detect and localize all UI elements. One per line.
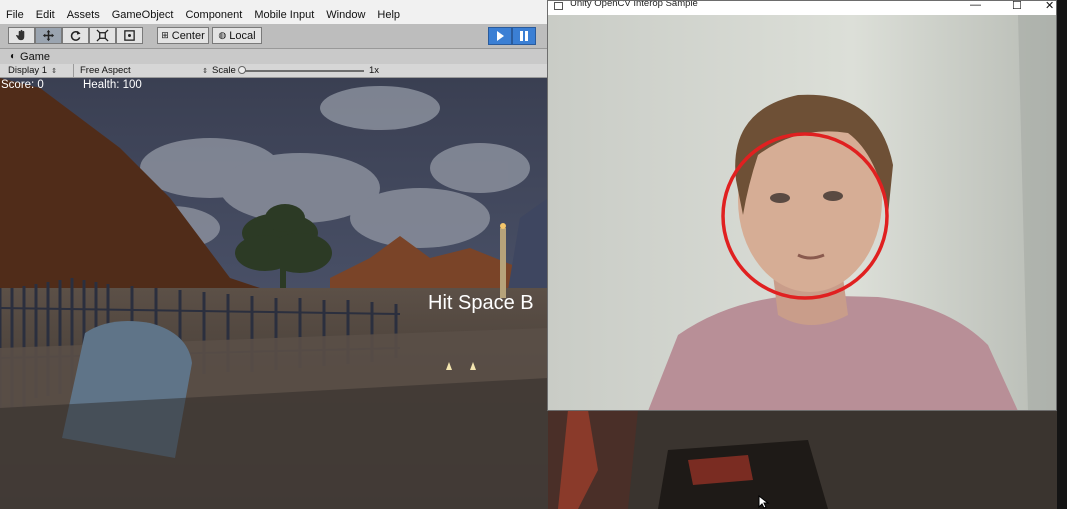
- space-local-button[interactable]: ◍ Local: [212, 27, 262, 44]
- close-button[interactable]: ✕: [1045, 1, 1054, 12]
- pause-button[interactable]: [512, 27, 536, 45]
- scale-slider-handle[interactable]: [238, 66, 246, 74]
- scale-value: 1x: [369, 65, 380, 76]
- display-dropdown[interactable]: Display 1 ⇕: [8, 64, 70, 77]
- play-icon: [497, 31, 504, 41]
- pivot-label: Center: [171, 29, 205, 42]
- rotate-tool-button[interactable]: [62, 27, 89, 44]
- menu-file[interactable]: File: [0, 9, 30, 21]
- globe-icon: ◍: [218, 30, 227, 40]
- aspect-dropdown[interactable]: Free Aspect ⇕: [80, 64, 208, 77]
- play-button[interactable]: [488, 27, 512, 45]
- display-label: Display 1: [8, 65, 48, 76]
- menu-assets[interactable]: Assets: [61, 9, 106, 21]
- menu-mobile-input[interactable]: Mobile Input: [248, 9, 320, 21]
- scale-tool-icon: [96, 29, 109, 42]
- unity-editor: File Edit Assets GameObject Component Mo…: [0, 0, 548, 509]
- hand-tool-button[interactable]: [8, 27, 35, 44]
- webcam-window[interactable]: Unity OpenCV Interop Sample — ☐ ✕: [547, 0, 1057, 411]
- game-tab-bar: ◐ Game: [0, 49, 548, 64]
- move-tool-button[interactable]: [35, 27, 62, 44]
- pause-icon: [520, 31, 528, 41]
- rect-tool-button[interactable]: [116, 27, 143, 44]
- menu-component[interactable]: Component: [179, 9, 248, 21]
- hand-tool-icon: [15, 29, 25, 41]
- game-tab-label: Game: [20, 50, 51, 63]
- game-tab[interactable]: ◐ Game: [4, 49, 56, 64]
- torch: [500, 228, 506, 298]
- divider: [73, 64, 74, 77]
- right-edge-strip: [1057, 0, 1067, 509]
- minimize-button[interactable]: —: [970, 1, 981, 11]
- menu-help[interactable]: Help: [371, 9, 406, 21]
- maximize-button[interactable]: ☐: [1012, 1, 1022, 12]
- webcam-window-title: Unity OpenCV Interop Sample: [570, 0, 698, 9]
- menu-window[interactable]: Window: [320, 9, 371, 21]
- game-tab-icon: ◐: [10, 51, 17, 62]
- webcam-title-bar[interactable]: Unity OpenCV Interop Sample — ☐ ✕: [548, 1, 1056, 15]
- scale-slider-track[interactable]: [240, 70, 364, 72]
- toolbar: ⊞ Center ◍ Local: [0, 24, 548, 49]
- menubar: File Edit Assets GameObject Component Mo…: [0, 6, 548, 24]
- menu-gameobject[interactable]: GameObject: [106, 9, 180, 21]
- menu-edit[interactable]: Edit: [30, 9, 61, 21]
- dropdown-arrow-icon: ⇕: [202, 67, 208, 75]
- game-scene-continuation: [548, 410, 1067, 509]
- pivot-center-button[interactable]: ⊞ Center: [157, 27, 209, 44]
- scale-label: Scale: [212, 65, 236, 76]
- game-view-controls: Display 1 ⇕ Free Aspect ⇕ Scale 1x: [0, 64, 548, 78]
- score-text: Score: 0: [1, 79, 44, 91]
- window-app-icon: [554, 2, 563, 10]
- move-tool-icon: [42, 29, 55, 42]
- pivot-icon: ⊞: [161, 30, 169, 40]
- rect-tool-icon: [124, 30, 135, 41]
- aspect-label: Free Aspect: [80, 65, 131, 76]
- scale-tool-button[interactable]: [89, 27, 116, 44]
- health-text: Health: 100: [83, 79, 142, 91]
- webcam-feed: [548, 15, 1056, 410]
- space-label: Local: [229, 29, 256, 42]
- rotate-tool-icon: [70, 30, 81, 41]
- mouse-cursor-icon: [758, 495, 770, 509]
- hit-space-message: Hit Space B: [428, 292, 534, 314]
- dropdown-arrow-icon: ⇕: [51, 67, 57, 75]
